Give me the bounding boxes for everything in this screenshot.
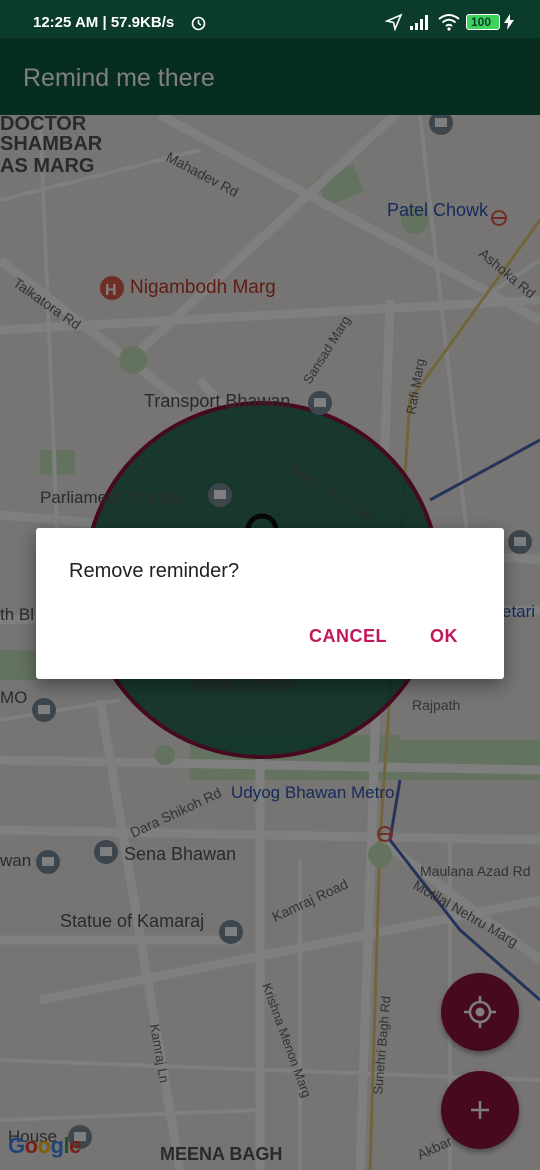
location-arrow-icon bbox=[385, 13, 403, 31]
charging-icon bbox=[504, 14, 514, 30]
ok-button[interactable]: OK bbox=[430, 626, 458, 647]
signal-icon bbox=[410, 15, 428, 30]
dialog-message: Remove reminder? bbox=[69, 560, 240, 582]
battery-icon: 100 bbox=[466, 14, 500, 30]
wifi-icon bbox=[438, 14, 460, 31]
battery-level: 100 bbox=[471, 15, 492, 29]
alarm-icon bbox=[191, 16, 206, 31]
status-time: 12:25 AM | 57.9KB/s bbox=[33, 14, 175, 31]
cancel-button[interactable]: CANCEL bbox=[309, 626, 387, 647]
status-bar: 12:25 AM | 57.9KB/s 100 bbox=[0, 0, 540, 38]
remove-reminder-dialog: Remove reminder? CANCEL OK bbox=[36, 528, 504, 679]
